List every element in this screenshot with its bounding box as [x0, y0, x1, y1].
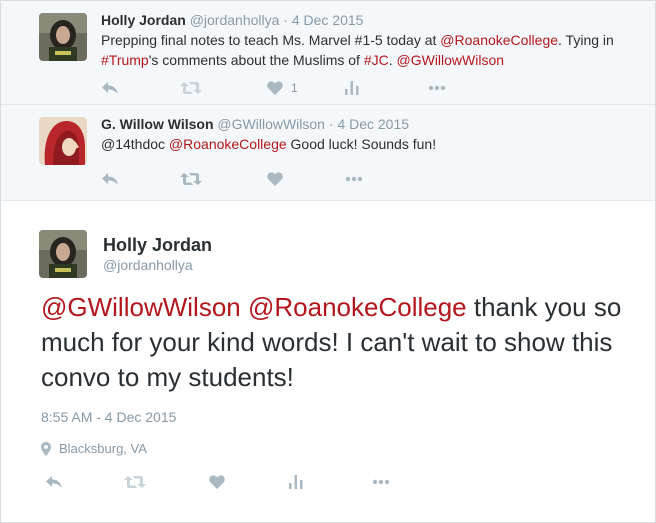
tweet-text: @14thdoc @RoanokeCollege Good luck! Soun… [101, 134, 621, 154]
more-button[interactable] [428, 78, 446, 98]
heart-icon [209, 475, 225, 489]
tweet-timestamp[interactable]: 8:55 AM - 4 Dec 2015 [41, 409, 176, 425]
tweet-header: Holly Jordan @jordanhollya · 4 Dec 2015 [101, 11, 363, 29]
mention-link[interactable]: @RoanokeCollege [169, 136, 287, 152]
retweet-button[interactable] [180, 169, 202, 189]
tweet-actions [101, 169, 501, 189]
retweet-icon [180, 173, 202, 185]
avatar[interactable] [39, 13, 87, 61]
retweet-icon [124, 476, 146, 488]
mention-link[interactable]: @GWillowWilson [41, 292, 241, 322]
bar-chart-icon [345, 81, 359, 95]
tweet-time[interactable]: 4 Dec 2015 [337, 116, 409, 132]
hashtag-link[interactable]: #Trump [101, 52, 149, 68]
reply-arrow-icon [102, 82, 118, 94]
heart-icon [267, 81, 283, 95]
text-segment [241, 292, 248, 322]
tweet-time[interactable]: 4 Dec 2015 [292, 12, 364, 28]
map-pin-icon [41, 441, 51, 456]
text-segment: Good luck! Sounds fun! [286, 136, 437, 152]
reply-arrow-icon [102, 173, 118, 185]
retweet-icon [180, 82, 202, 94]
tweet-header: G. Willow Wilson @GWillowWilson · 4 Dec … [101, 115, 409, 133]
more-dots-icon [428, 85, 446, 91]
like-button[interactable] [209, 472, 225, 492]
text-segment: . Tying in [558, 32, 614, 48]
reply-button[interactable] [101, 169, 119, 189]
reply-tweet[interactable]: Holly Jordan @jordanhollya · 4 Dec 2015 … [1, 1, 655, 105]
avatar[interactable] [39, 117, 87, 165]
separator-dot: · [283, 12, 288, 28]
reply-button[interactable] [45, 472, 63, 492]
tweet-location[interactable]: Blacksburg, VA [41, 441, 147, 456]
avatar[interactable] [39, 230, 87, 278]
reply-arrow-icon [46, 476, 62, 488]
text-segment: Prepping final notes to teach Ms. Marvel… [101, 32, 441, 48]
more-button[interactable] [372, 472, 390, 492]
bar-chart-icon [289, 475, 303, 489]
tweet-actions: 1 [101, 78, 501, 98]
display-name[interactable]: Holly Jordan [101, 12, 186, 28]
separator-dot: · [328, 116, 334, 132]
like-button[interactable] [267, 169, 283, 189]
like-count: 1 [291, 81, 298, 95]
more-button[interactable] [345, 169, 363, 189]
mention-link[interactable]: @RoanokeCollege [248, 292, 467, 322]
location-label: Blacksburg, VA [59, 441, 147, 456]
screen-name[interactable]: @jordanhollya [103, 257, 193, 273]
display-name[interactable]: Holly Jordan [103, 235, 212, 256]
display-name[interactable]: G. Willow Wilson [101, 116, 214, 132]
analytics-button[interactable] [345, 78, 359, 98]
mention-link[interactable]: @RoanokeCollege [440, 32, 558, 48]
text-segment: 's comments about the Muslims of [148, 52, 364, 68]
tweet-text: @GWillowWilson @RoanokeCollege thank you… [41, 290, 631, 395]
more-dots-icon [345, 176, 363, 182]
reply-tweet[interactable]: G. Willow Wilson @GWillowWilson · 4 Dec … [1, 105, 655, 201]
tweet-actions [45, 472, 445, 492]
hashtag-link[interactable]: #JC [364, 52, 389, 68]
retweet-button[interactable] [124, 472, 146, 492]
main-tweet: Holly Jordan @jordanhollya @GWillowWilso… [1, 202, 655, 522]
screen-name[interactable]: @GWillowWilson [217, 116, 325, 132]
reply-button[interactable] [101, 78, 119, 98]
mention-link[interactable]: @GWillowWilson [397, 52, 505, 68]
more-dots-icon [372, 479, 390, 485]
text-segment: . [388, 52, 397, 68]
like-button[interactable]: 1 [267, 78, 298, 98]
text-segment: @14thdoc [101, 136, 169, 152]
heart-icon [267, 172, 283, 186]
analytics-button[interactable] [289, 472, 303, 492]
screen-name[interactable]: @jordanhollya [190, 12, 280, 28]
retweet-button[interactable] [180, 78, 202, 98]
tweet-text: Prepping final notes to teach Ms. Marvel… [101, 30, 621, 70]
